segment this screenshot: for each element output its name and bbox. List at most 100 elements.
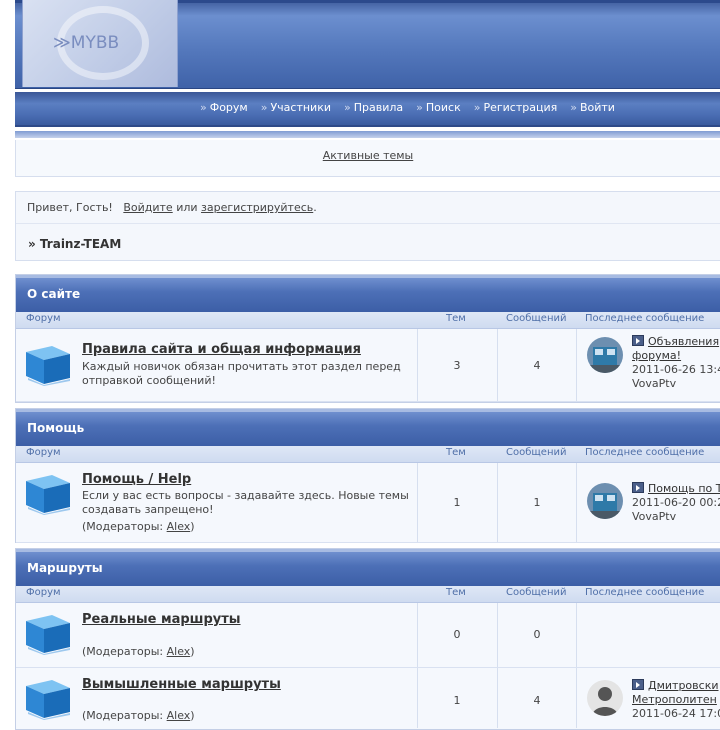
category-header: Помощь xyxy=(16,409,720,446)
last-post-info: Дмитровски Метрополитен 2011-06-24 17:0 xyxy=(632,679,720,721)
topics-count: 3 xyxy=(453,359,461,372)
last-post-date: 2011-06-24 17:0 xyxy=(632,707,720,720)
closing-paren: ) xyxy=(190,645,195,658)
forum-moderators: (Модераторы: Alex) xyxy=(82,709,195,722)
last-post-date: 2011-06-20 00:2 xyxy=(632,496,720,509)
forum-description: Если у вас есть вопросы - задавайте здес… xyxy=(82,489,409,516)
forum-box-icon xyxy=(26,680,70,720)
greeting-text: Привет, Гость! xyxy=(27,201,113,214)
greeting-line: Привет, Гость! Войдите или зарегистрируй… xyxy=(27,201,317,214)
last-post-date: 2011-06-26 13:4 xyxy=(632,363,720,376)
go-to-post-icon[interactable] xyxy=(632,335,644,346)
welcome-divider xyxy=(16,223,720,224)
topics-count: 1 xyxy=(453,496,461,509)
posts-count: 4 xyxy=(533,359,541,372)
last-post-info: Объявления форума! 2011-06-26 13:4 VovaP… xyxy=(632,335,720,391)
nav-label: Регистрация xyxy=(483,101,558,114)
default-avatar-icon[interactable] xyxy=(587,680,623,716)
go-to-post-icon[interactable] xyxy=(632,679,644,690)
category-title[interactable]: Помощь xyxy=(27,421,84,435)
login-link[interactable]: Войдите xyxy=(123,201,172,214)
col-last-post: Последнее сообщение xyxy=(585,447,705,458)
logo-text: ≫MYBB xyxy=(53,33,120,53)
nav-item-forum[interactable]: » Форум xyxy=(200,101,248,114)
column-headers: Форум Тем Сообщений Последнее сообщение xyxy=(16,446,720,463)
closing-paren: ) xyxy=(190,709,195,722)
moderator-link[interactable]: Alex xyxy=(167,520,191,533)
or-text: или xyxy=(176,201,198,214)
section-divider xyxy=(15,131,720,138)
moderators-label: (Модераторы: xyxy=(82,645,167,658)
nav-arrow-icon: » xyxy=(570,101,577,114)
forum-title-link[interactable]: Правила сайта и общая информация xyxy=(82,342,361,357)
nav-item-search[interactable]: » Поиск xyxy=(416,101,461,114)
last-post-title-link[interactable]: Дмитровски xyxy=(648,679,719,692)
register-link[interactable]: зарегистрируйтесь xyxy=(201,201,313,214)
posts-count: 0 xyxy=(533,628,541,641)
col-topics: Тем xyxy=(446,447,466,458)
col-posts: Сообщений xyxy=(506,313,567,324)
col-last-post: Последнее сообщение xyxy=(585,587,705,598)
col-last-post: Последнее сообщение xyxy=(585,313,705,324)
forum-row: Вымышленные маршруты (Модераторы: Alex) … xyxy=(16,668,720,728)
user-avatar[interactable] xyxy=(587,337,623,373)
last-post-title-link-cont[interactable]: Метрополитен xyxy=(632,693,717,706)
nav-label: Поиск xyxy=(425,101,461,114)
nav-item-login[interactable]: » Войти xyxy=(570,101,615,114)
moderators-label: (Модераторы: xyxy=(82,709,167,722)
dot-text: . xyxy=(313,201,317,214)
welcome-panel: Привет, Гость! Войдите или зарегистрируй… xyxy=(15,191,720,261)
column-headers: Форум Тем Сообщений Последнее сообщение xyxy=(16,312,720,329)
forum-box-icon xyxy=(26,615,70,655)
nav-label: Форум xyxy=(209,101,248,114)
col-topics: Тем xyxy=(446,587,466,598)
nav-arrow-icon: » xyxy=(200,101,207,114)
category-title[interactable]: Маршруты xyxy=(27,561,103,575)
col-forum: Форум xyxy=(26,587,61,598)
nav-label: Участники xyxy=(270,101,332,114)
posts-count: 4 xyxy=(533,694,541,707)
active-topics-panel: Активные темы xyxy=(15,140,720,177)
nav-arrow-icon: » xyxy=(260,101,268,114)
col-posts: Сообщений xyxy=(506,447,567,458)
forum-moderators: (Модераторы: Alex) xyxy=(82,520,195,533)
last-post-author[interactable]: VovaPtv xyxy=(632,510,676,523)
nav-arrow-icon: » xyxy=(416,101,423,114)
breadcrumb[interactable]: » Trainz-TEAM xyxy=(28,237,121,251)
forum-title-link[interactable]: Реальные маршруты xyxy=(82,612,241,627)
col-topics: Тем xyxy=(446,313,466,324)
last-post-title-link[interactable]: Помощь по T xyxy=(648,482,720,495)
forum-row: Правила сайта и общая информация Каждый … xyxy=(16,329,720,402)
nav-item-rules[interactable]: » Правила xyxy=(344,101,403,114)
active-topics-link[interactable]: Активные темы xyxy=(323,149,414,162)
forum-box-icon xyxy=(26,346,70,386)
column-headers: Форум Тем Сообщений Последнее сообщение xyxy=(16,586,720,603)
forum-moderators: (Модераторы: Alex) xyxy=(82,645,195,658)
moderators-label: (Модераторы: xyxy=(82,520,167,533)
site-logo[interactable]: ≫MYBB xyxy=(22,0,178,87)
category-help: Помощь Форум Тем Сообщений Последнее соо… xyxy=(15,408,720,543)
forum-title-link[interactable]: Вымышленные маршруты xyxy=(82,677,281,692)
user-avatar[interactable] xyxy=(587,483,623,519)
nav-item-members[interactable]: » Участники xyxy=(261,101,331,114)
category-title[interactable]: О сайте xyxy=(27,287,80,301)
col-posts: Сообщений xyxy=(506,587,567,598)
col-forum: Форум xyxy=(26,447,61,458)
nav-item-register[interactable]: » Регистрация xyxy=(474,101,558,114)
nav-arrow-icon: » xyxy=(473,101,481,114)
closing-paren: ) xyxy=(190,520,195,533)
category-about: О сайте Форум Тем Сообщений Последнее со… xyxy=(15,274,720,403)
site-header: ≫MYBB xyxy=(15,0,720,89)
category-header: О сайте xyxy=(16,275,720,312)
nav-label: Войти xyxy=(579,101,615,114)
moderator-link[interactable]: Alex xyxy=(167,645,191,658)
last-post-title-link-cont[interactable]: форума! xyxy=(632,349,681,362)
forum-row: Помощь / Help Если у вас есть вопросы - … xyxy=(16,463,720,543)
forum-row: Реальные маршруты (Модераторы: Alex) 0 0 xyxy=(16,603,720,668)
last-post-author[interactable]: VovaPtv xyxy=(632,377,676,390)
forum-title-link[interactable]: Помощь / Help xyxy=(82,472,191,487)
moderator-link[interactable]: Alex xyxy=(167,709,191,722)
last-post-title-link[interactable]: Объявления xyxy=(648,335,719,348)
main-navigation: » Форум » Участники » Правила » Поиск » Регис… xyxy=(15,92,720,127)
go-to-post-icon[interactable] xyxy=(632,482,644,493)
